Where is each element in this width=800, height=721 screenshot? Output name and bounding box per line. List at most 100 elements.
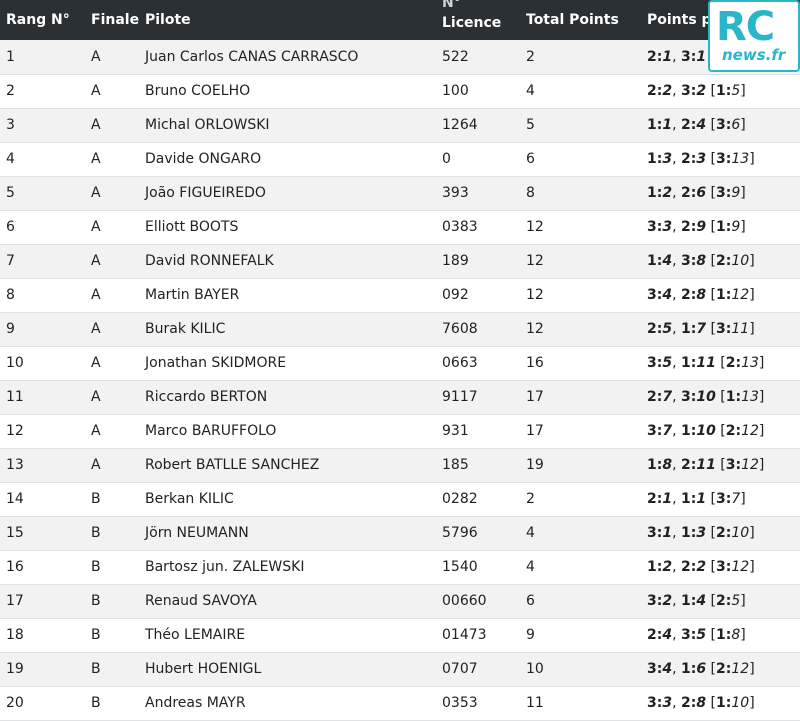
table-row: 5 A João FIGUEIREDO 393 8 1:2, 2:6 [3:9] — [0, 176, 800, 210]
cell-finale: A — [91, 253, 101, 269]
header-total[interactable]: Total Points — [520, 0, 641, 40]
cell-rang: 11 — [6, 389, 24, 405]
cell-pilote: Bruno COELHO — [145, 83, 251, 99]
cell-pilote: Berkan KILIC — [145, 491, 234, 507]
cell-total: 12 — [526, 321, 544, 337]
cell-pilote: Elliott BOOTS — [145, 219, 239, 235]
cell-rang: 14 — [6, 491, 24, 507]
table-row: 3 A Michal ORLOWSKI 1264 5 1:1, 2:4 [3:6] — [0, 108, 800, 142]
cell-total: 16 — [526, 355, 544, 371]
cell-rang: 15 — [6, 525, 24, 541]
cell-finale: A — [91, 389, 101, 405]
cell-num — [45, 312, 85, 346]
header-licence[interactable]: N° Licence — [436, 0, 520, 40]
cell-pilote: Bartosz jun. ZALEWSKI — [145, 559, 305, 575]
points-p1: 3:2 — [647, 593, 673, 609]
cell-rang: 18 — [6, 627, 24, 643]
cell-points: 1:3, 2:3 [3:13] — [647, 151, 755, 167]
cell-points: 2:4, 3:5 [1:8] — [647, 627, 746, 643]
points-p3: 3:9 — [716, 185, 741, 201]
cell-rang: 4 — [6, 151, 15, 167]
cell-finale: A — [91, 355, 101, 371]
cell-total: 9 — [526, 627, 535, 643]
table-row: 8 A Martin BAYER 092 12 3:4, 2:8 [1:12] — [0, 278, 800, 312]
points-p2: 3:1 — [681, 48, 707, 65]
points-p1: 2:2 — [647, 83, 673, 99]
cell-finale: B — [91, 661, 101, 677]
cell-licence: 0383 — [442, 219, 478, 235]
table-row: 12 A Marco BARUFFOLO 931 17 3:7, 1:10 [2:12] — [0, 414, 800, 448]
points-p3: 1:10 — [716, 695, 750, 711]
cell-points: 1:2, 2:2 [3:12] — [647, 559, 755, 575]
header-rang[interactable]: Rang — [0, 0, 45, 40]
cell-total: 12 — [526, 219, 544, 235]
points-p1: 3:4 — [647, 661, 673, 677]
cell-rang: 2 — [6, 83, 15, 99]
points-p2: 2:6 — [681, 185, 707, 201]
cell-licence: 5796 — [442, 525, 478, 541]
table-header: Rang N° Finale Pilote N° Licence Total P… — [0, 0, 800, 40]
points-p1: 2:4 — [647, 627, 673, 643]
cell-num — [45, 618, 85, 652]
cell-num — [45, 74, 85, 108]
points-p1: 3:3 — [647, 695, 673, 711]
cell-total: 6 — [526, 151, 535, 167]
cell-finale: A — [91, 151, 101, 167]
cell-total: 6 — [526, 593, 535, 609]
cell-licence: 01473 — [442, 627, 487, 643]
points-p2: 2:11 — [681, 457, 716, 473]
points-p3: 1:9 — [716, 219, 741, 235]
points-p2: 3:10 — [681, 389, 716, 405]
table-row: 11 A Riccardo BERTON 9117 17 2:7, 3:10 [1:13] — [0, 380, 800, 414]
points-p2: 3:2 — [681, 83, 707, 99]
cell-points: 3:4, 1:6 [2:12] — [647, 661, 755, 677]
cell-points: 1:8, 2:11 [3:12] — [647, 457, 765, 473]
cell-pilote: David RONNEFALK — [145, 253, 274, 269]
header-row: Rang N° Finale Pilote N° Licence Total P… — [0, 0, 800, 40]
cell-num — [45, 414, 85, 448]
table-row: 7 A David RONNEFALK 189 12 1:4, 3:8 [2:10] — [0, 244, 800, 278]
points-p3: 1:8 — [716, 627, 741, 643]
header-pilote[interactable]: Pilote — [139, 0, 436, 40]
points-p3: 3:6 — [716, 117, 741, 133]
cell-finale: B — [91, 593, 101, 609]
cell-num — [45, 244, 85, 278]
table-row: 16 B Bartosz jun. ZALEWSKI 1540 4 1:2, 2:2 [3… — [0, 550, 800, 584]
cell-num — [45, 210, 85, 244]
cell-rang: 8 — [6, 287, 15, 303]
points-p2: 2:8 — [681, 695, 707, 711]
cell-pilote: Riccardo BERTON — [145, 389, 268, 405]
cell-num — [45, 482, 85, 516]
cell-rang: 9 — [6, 321, 15, 337]
points-p2: 2:2 — [681, 559, 707, 575]
points-p1: 2:7 — [647, 389, 673, 405]
rcnews-logo[interactable]: RC news.fr — [708, 0, 800, 72]
header-licence-top: N° — [442, 0, 461, 11]
points-p1: 1:2 — [647, 559, 673, 575]
points-p1: 1:2 — [647, 185, 673, 201]
points-p3: 1:13 — [725, 389, 759, 405]
cell-licence: 0 — [442, 151, 451, 167]
results-table: Rang N° Finale Pilote N° Licence Total P… — [0, 0, 800, 721]
points-p1: 3:7 — [647, 423, 673, 439]
cell-num — [45, 448, 85, 482]
cell-rang: 7 — [6, 253, 15, 269]
cell-points: 3:3, 2:8 [1:10] — [647, 695, 755, 711]
cell-pilote: Théo LEMAIRE — [145, 627, 246, 643]
cell-pilote: Jonathan SKIDMORE — [145, 355, 287, 371]
cell-pilote: Davide ONGARO — [145, 151, 262, 167]
header-num[interactable]: N° — [45, 0, 85, 40]
cell-licence: 0707 — [442, 661, 478, 677]
cell-finale: B — [91, 559, 101, 575]
points-p1: 3:4 — [647, 287, 673, 303]
cell-num — [45, 346, 85, 380]
cell-rang: 10 — [6, 355, 24, 371]
points-p1: 3:3 — [647, 219, 673, 235]
header-finale[interactable]: Finale — [85, 0, 139, 40]
cell-finale: B — [91, 627, 101, 643]
cell-points: 1:2, 2:6 [3:9] — [647, 185, 746, 201]
table-row: 19 B Hubert HOENIGL 0707 10 3:4, 1:6 [2:12] — [0, 652, 800, 686]
cell-num — [45, 686, 85, 720]
cell-points: 2:2, 3:2 [1:5] — [647, 83, 746, 99]
points-p1: 1:8 — [647, 457, 673, 473]
